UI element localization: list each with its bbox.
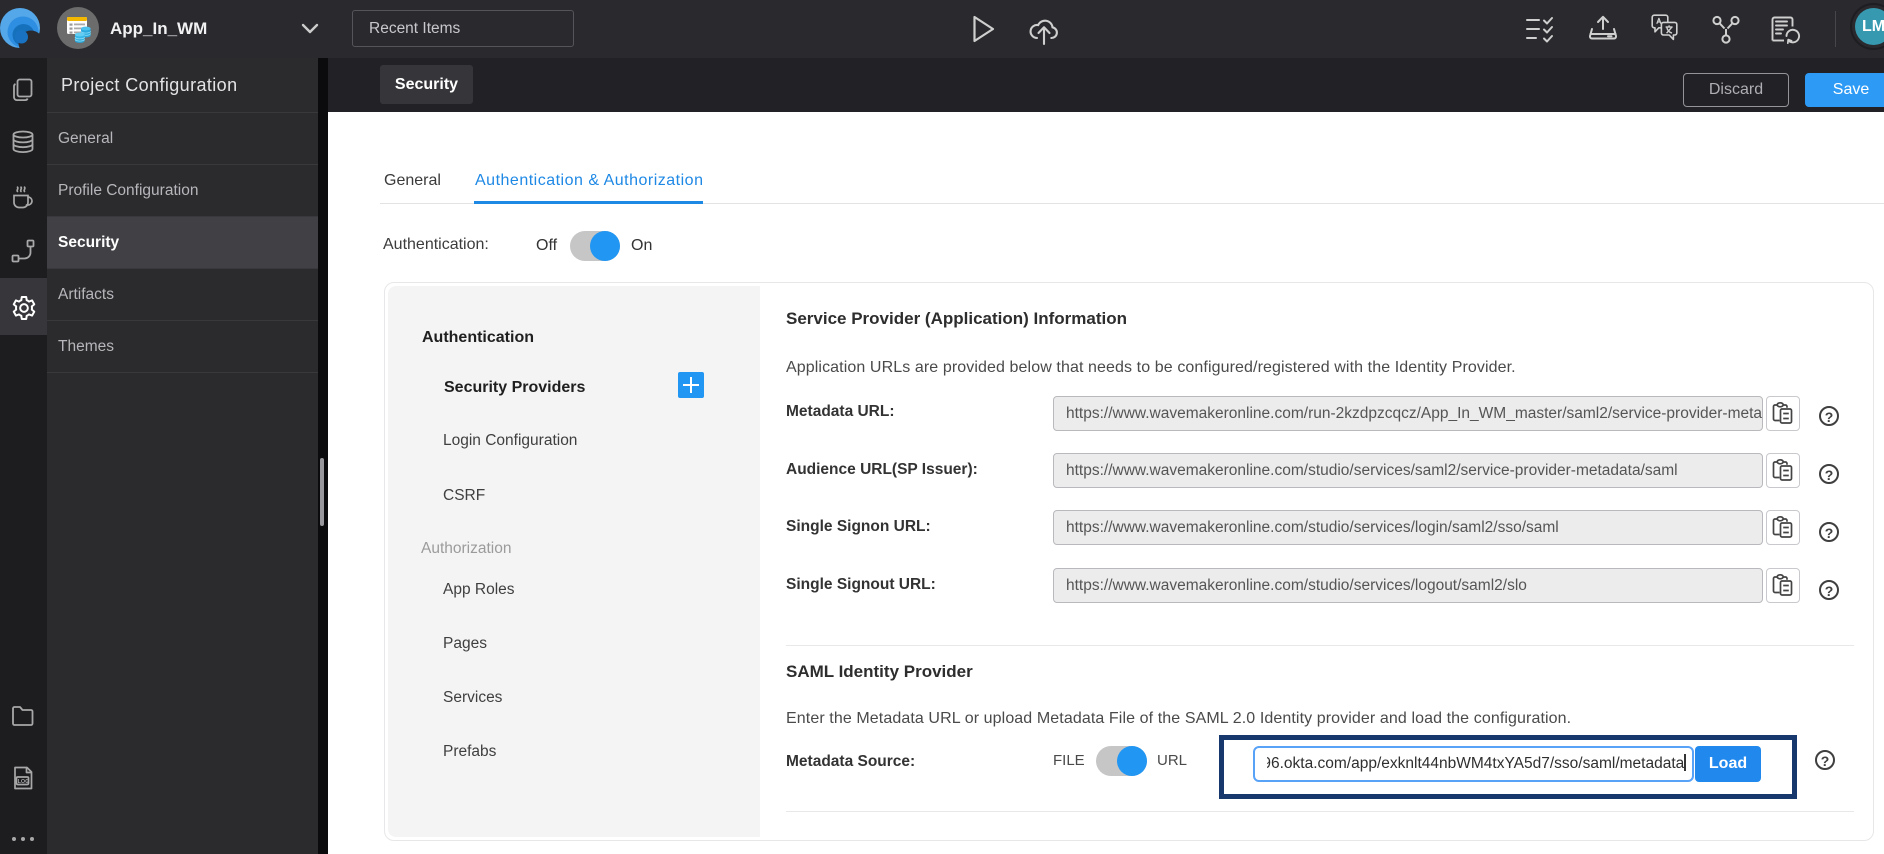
svg-text:LOG: LOG <box>18 779 30 785</box>
